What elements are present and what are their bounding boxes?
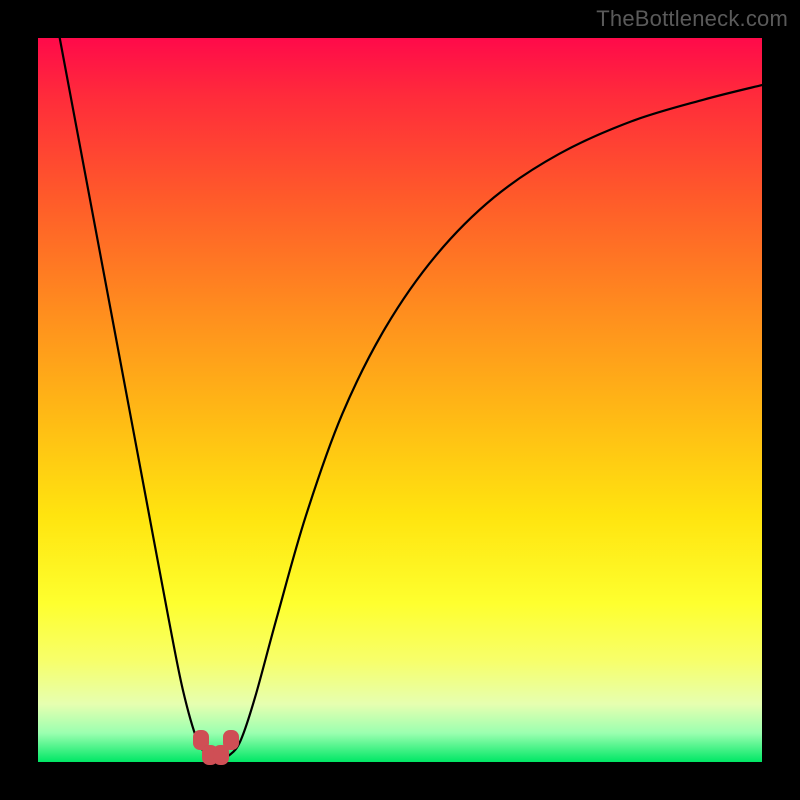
chart-frame bbox=[38, 38, 762, 762]
watermark-text: TheBottleneck.com bbox=[596, 6, 788, 32]
minimum-marker-group bbox=[38, 38, 762, 762]
minimum-marker bbox=[223, 730, 239, 750]
